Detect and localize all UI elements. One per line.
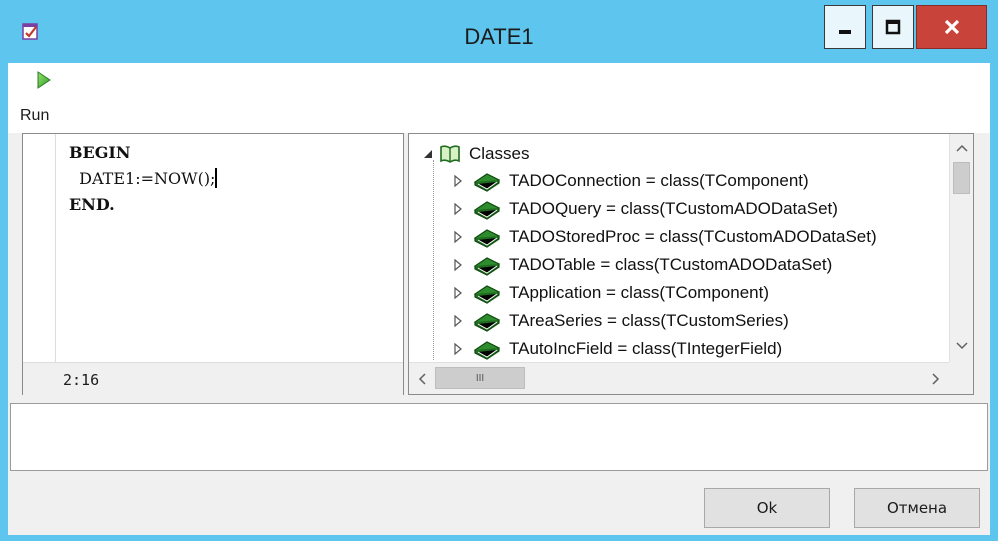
output-panel[interactable] [10, 403, 988, 471]
maximize-button[interactable] [872, 5, 914, 49]
code-text[interactable]: BEGIN DATE1:=NOW(); END. [69, 140, 218, 218]
dialog-client-area: Run BEGIN DATE1:=NOW(); END. 2:16 Classes [8, 63, 990, 535]
tree-item-tadostoredproc[interactable]: TADOStoredProc = class(TCustomADODataSet… [453, 223, 877, 251]
ok-button[interactable]: Ok [704, 488, 830, 528]
tree-item-label: TADOStoredProc = class(TCustomADODataSet… [509, 227, 877, 246]
class-book-icon [473, 201, 501, 220]
code-line: DATE1:=NOW(); [69, 166, 218, 192]
tree-item-label: TAutoIncField = class(TIntegerField) [509, 339, 783, 358]
class-book-icon [473, 229, 501, 248]
tree-item-tareaseries[interactable]: TAreaSeries = class(TCustomSeries) [453, 307, 789, 335]
code-editor[interactable]: BEGIN DATE1:=NOW(); END. 2:16 [22, 133, 404, 395]
minimize-icon [839, 30, 851, 34]
class-book-icon [473, 257, 501, 276]
tree-item-tapplication[interactable]: TApplication = class(TComponent) [453, 279, 769, 307]
editor-gutter [23, 134, 56, 362]
scroll-left-icon[interactable] [415, 371, 431, 387]
expand-arrow-icon[interactable] [453, 343, 463, 355]
class-tree[interactable]: Classes TADOConnection = class(TComponen… [408, 133, 974, 395]
expand-arrow-icon[interactable] [453, 203, 463, 215]
tree-connector-line [433, 160, 435, 360]
close-icon [944, 19, 959, 35]
scroll-right-icon[interactable] [927, 371, 943, 387]
tree-item-tadoquery[interactable]: TADOQuery = class(TCustomADODataSet) [453, 195, 838, 223]
tree-item-label: TADOConnection = class(TComponent) [509, 171, 809, 190]
scroll-down-icon[interactable] [954, 338, 970, 354]
minimize-button[interactable] [824, 5, 866, 49]
cancel-button[interactable]: Отмена [854, 488, 980, 528]
run-label: Run [20, 107, 50, 124]
tree-item-label: TADOQuery = class(TCustomADODataSet) [509, 199, 838, 218]
horizontal-scroll-thumb[interactable]: III [435, 367, 525, 389]
class-book-icon [473, 285, 501, 304]
tree-item-label: TADOTable = class(TCustomADODataSet) [509, 255, 833, 274]
tree-item-tadotable[interactable]: TADOTable = class(TCustomADODataSet) [453, 251, 832, 279]
editor-status-bar: 2:16 [23, 362, 403, 395]
tree-item-label: TAreaSeries = class(TCustomSeries) [509, 311, 789, 330]
close-button[interactable] [916, 5, 987, 49]
code-line: BEGIN [69, 143, 131, 162]
run-button[interactable]: Run [20, 71, 80, 127]
book-open-icon [440, 145, 460, 163]
tree-item-tadoconnection[interactable]: TADOConnection = class(TComponent) [453, 167, 809, 195]
vertical-scrollbar[interactable] [949, 134, 973, 362]
tree-item-label: TApplication = class(TComponent) [509, 283, 769, 302]
cursor-position: 2:16 [63, 371, 100, 389]
expand-arrow-icon[interactable] [453, 315, 463, 327]
expand-arrow-icon[interactable] [453, 259, 463, 271]
title-bar[interactable]: DATE1 [0, 0, 998, 64]
vertical-scroll-thumb[interactable] [953, 162, 970, 194]
expand-arrow-icon[interactable] [453, 231, 463, 243]
scroll-up-icon[interactable] [954, 140, 970, 156]
play-icon [37, 71, 51, 89]
expand-arrow-icon[interactable] [453, 287, 463, 299]
expand-arrow-icon[interactable] [453, 175, 463, 187]
class-book-icon [473, 313, 501, 332]
code-line: END. [69, 195, 115, 214]
tree-root-label: Classes [469, 144, 530, 163]
toolbar: Run [8, 63, 990, 133]
text-caret [215, 168, 218, 188]
tree-root-classes[interactable]: Classes [423, 140, 529, 168]
horizontal-scrollbar[interactable]: III [409, 362, 949, 394]
maximize-icon [885, 19, 901, 35]
collapse-arrow-icon[interactable] [423, 149, 433, 159]
tree-item-tautoincfield[interactable]: TAutoIncField = class(TIntegerField) [453, 335, 782, 363]
code-line-text: DATE1:=NOW(); [69, 169, 216, 188]
window: DATE1 Run BEGIN DATE1:=NOW(); END. 2:16 … [0, 0, 998, 541]
scrollbar-corner [949, 362, 973, 394]
class-book-icon [473, 173, 501, 192]
class-book-icon [473, 341, 501, 360]
